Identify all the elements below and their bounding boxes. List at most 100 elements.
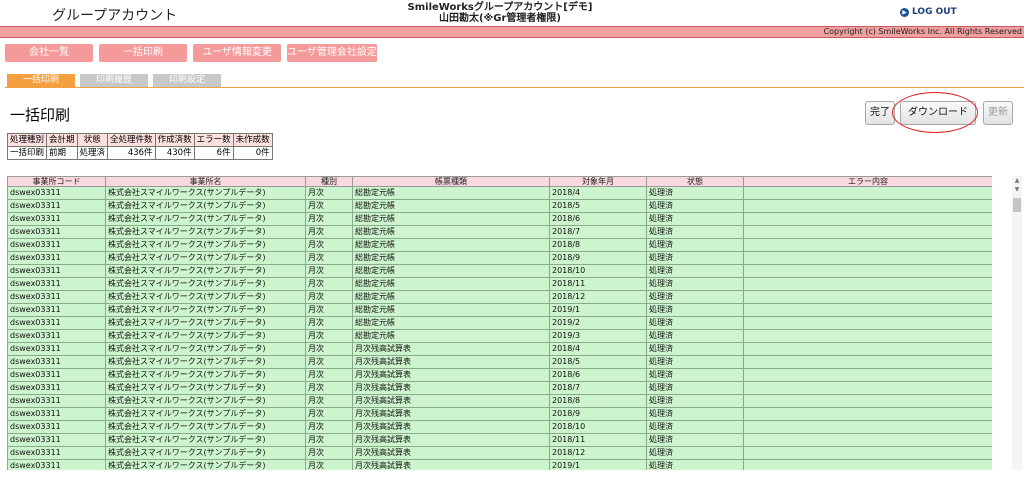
table-cell: 月次残高試算表 [352, 394, 550, 408]
table-cell: 株式会社スマイルワークス(サンプルデータ) [105, 394, 306, 408]
table-row[interactable]: dswex03311 株式会社スマイルワークス(サンプルデータ) 月次 総勘定元帳 20… [7, 264, 992, 278]
table-cell: 月次 [305, 264, 353, 278]
refresh-button[interactable]: 更新 [983, 101, 1013, 125]
table-cell: 処理済 [646, 264, 744, 278]
scrollbar-thumb[interactable] [1013, 198, 1021, 212]
user-name: 山田勘太(※Gr管理者権限) [438, 13, 561, 24]
table-row[interactable]: dswex03311 株式会社スマイルワークス(サンプルデータ) 月次 総勘定元帳 20… [7, 251, 992, 265]
column-header[interactable]: 事業所コード [7, 176, 106, 187]
table-cell: 処理済 [646, 420, 744, 434]
triangle-up-icon[interactable]: ▲ [1013, 177, 1021, 185]
table-row[interactable]: dswex03311 株式会社スマイルワークス(サンプルデータ) 月次 月次残高試算表… [7, 381, 992, 395]
nav-bulk-print[interactable]: 一括印刷 [99, 44, 187, 62]
table-cell: 2018/9 [549, 407, 647, 421]
nav-company-list[interactable]: 会社一覧 [5, 44, 93, 62]
table-cell: 2018/10 [549, 264, 647, 278]
table-cell: dswex03311 [7, 394, 106, 408]
table-cell: 月次残高試算表 [352, 381, 550, 395]
table-row[interactable]: dswex03311 株式会社スマイルワークス(サンプルデータ) 月次 総勘定元帳 20… [7, 329, 992, 343]
vertical-scrollbar[interactable]: ▲ ▼ [1012, 176, 1022, 470]
table-row[interactable]: dswex03311 株式会社スマイルワークス(サンプルデータ) 月次 総勘定元帳 20… [7, 316, 992, 330]
table-cell: dswex03311 [7, 277, 106, 291]
table-row[interactable]: dswex03311 株式会社スマイルワークス(サンプルデータ) 月次 月次残高試算表… [7, 355, 992, 369]
table-row[interactable]: dswex03311 株式会社スマイルワークス(サンプルデータ) 月次 総勘定元帳 20… [7, 303, 992, 317]
logout-label: LOG OUT [912, 7, 957, 17]
tab-print-history[interactable]: 印刷履歴 [80, 74, 148, 87]
table-cell: dswex03311 [7, 264, 106, 278]
table-row[interactable]: dswex03311 株式会社スマイルワークス(サンプルデータ) 月次 総勘定元帳 20… [7, 225, 992, 239]
table-cell: 株式会社スマイルワークス(サンプルデータ) [105, 446, 306, 460]
table-row[interactable]: dswex03311 株式会社スマイルワークス(サンプルデータ) 月次 総勘定元帳 20… [7, 199, 992, 213]
column-header[interactable]: 種別 [305, 176, 353, 187]
column-header[interactable]: 帳票種類 [352, 176, 550, 187]
table-cell: 2018/6 [549, 212, 647, 226]
table-row[interactable]: dswex03311 株式会社スマイルワークス(サンプルデータ) 月次 月次残高試算表… [7, 420, 992, 434]
table-row[interactable]: dswex03311 株式会社スマイルワークス(サンプルデータ) 月次 月次残高試算表… [7, 394, 992, 408]
logout-button[interactable]: ▶ LOG OUT [900, 7, 957, 17]
table-row[interactable]: dswex03311 株式会社スマイルワークス(サンプルデータ) 月次 月次残高試算表… [7, 342, 992, 356]
table-cell: 月次 [305, 303, 353, 317]
table-cell: 処理済 [646, 290, 744, 304]
table-cell: dswex03311 [7, 225, 106, 239]
table-cell: 2018/5 [549, 355, 647, 369]
tab-bulk-print[interactable]: 一括印刷 [7, 74, 75, 87]
table-cell [743, 199, 992, 213]
table-cell: 2018/6 [549, 368, 647, 382]
table-cell: 月次 [305, 459, 353, 470]
table-cell: 2018/7 [549, 381, 647, 395]
table-row[interactable]: dswex03311 株式会社スマイルワークス(サンプルデータ) 月次 月次残高試算表… [7, 368, 992, 382]
table-cell: 株式会社スマイルワークス(サンプルデータ) [105, 303, 306, 317]
table-cell: 2018/8 [549, 394, 647, 408]
table-cell: 株式会社スマイルワークス(サンプルデータ) [105, 342, 306, 356]
table-cell: dswex03311 [7, 290, 106, 304]
table-cell: 2018/12 [549, 446, 647, 460]
column-header[interactable]: 事業所名 [105, 176, 306, 187]
table-cell [743, 342, 992, 356]
nav-user-company-settings[interactable]: ユーザ管理会社設定 [287, 44, 377, 62]
summary-value: 一括印刷 [6, 146, 48, 160]
table-cell: 2018/12 [549, 290, 647, 304]
table-cell: 処理済 [646, 277, 744, 291]
table-cell [743, 186, 992, 200]
triangle-down-icon[interactable]: ▼ [1013, 186, 1021, 194]
table-cell: 株式会社スマイルワークス(サンプルデータ) [105, 316, 306, 330]
column-header[interactable]: 対象年月 [549, 176, 647, 187]
table-row[interactable]: dswex03311 株式会社スマイルワークス(サンプルデータ) 月次 月次残高試算表… [7, 407, 992, 421]
table-cell: 月次 [305, 407, 353, 421]
table-row[interactable]: dswex03311 株式会社スマイルワークス(サンプルデータ) 月次 月次残高試算表… [7, 459, 992, 470]
table-cell: 処理済 [646, 381, 744, 395]
app-header: グループアカウント SmileWorksグループアカウント[デモ] 山田勘太(※… [0, 0, 1024, 26]
tab-print-settings[interactable]: 印刷設定 [153, 74, 221, 87]
table-cell [743, 329, 992, 343]
table-cell: 月次 [305, 212, 353, 226]
table-row[interactable]: dswex03311 株式会社スマイルワークス(サンプルデータ) 月次 総勘定元帳 20… [7, 186, 992, 200]
table-cell: 2018/4 [549, 186, 647, 200]
table-row[interactable]: dswex03311 株式会社スマイルワークス(サンプルデータ) 月次 総勘定元帳 20… [7, 290, 992, 304]
table-cell: 月次 [305, 186, 353, 200]
download-button[interactable]: ダウンロード [900, 101, 976, 125]
summary-value: 前期 [46, 146, 78, 160]
top-nav: 会社一覧 一括印刷 ユーザ情報変更 ユーザ管理会社設定 [5, 44, 377, 62]
complete-button[interactable]: 完了 [865, 101, 895, 125]
column-header[interactable]: 状態 [646, 176, 744, 187]
table-cell: 2018/11 [549, 433, 647, 447]
table-cell: 2019/1 [549, 459, 647, 470]
table-cell [743, 238, 992, 252]
summary-header: 未作成数 [232, 133, 273, 147]
table-cell: dswex03311 [7, 420, 106, 434]
table-cell: 処理済 [646, 303, 744, 317]
table-row[interactable]: dswex03311 株式会社スマイルワークス(サンプルデータ) 月次 月次残高試算表… [7, 433, 992, 447]
table-cell: 月次 [305, 329, 353, 343]
table-row[interactable]: dswex03311 株式会社スマイルワークス(サンプルデータ) 月次 月次残高試算表… [7, 446, 992, 460]
summary-header: 全処理件数 [107, 133, 156, 147]
table-cell [743, 251, 992, 265]
table-cell: 総勘定元帳 [352, 238, 550, 252]
table-row[interactable]: dswex03311 株式会社スマイルワークス(サンプルデータ) 月次 総勘定元帳 20… [7, 212, 992, 226]
table-cell: 月次 [305, 394, 353, 408]
column-header[interactable]: エラー内容 [743, 176, 992, 187]
nav-user-info[interactable]: ユーザ情報変更 [193, 44, 281, 62]
table-row[interactable]: dswex03311 株式会社スマイルワークス(サンプルデータ) 月次 総勘定元帳 20… [7, 238, 992, 252]
table-cell: 月次残高試算表 [352, 407, 550, 421]
table-cell: 月次 [305, 381, 353, 395]
table-row[interactable]: dswex03311 株式会社スマイルワークス(サンプルデータ) 月次 総勘定元帳 20… [7, 277, 992, 291]
